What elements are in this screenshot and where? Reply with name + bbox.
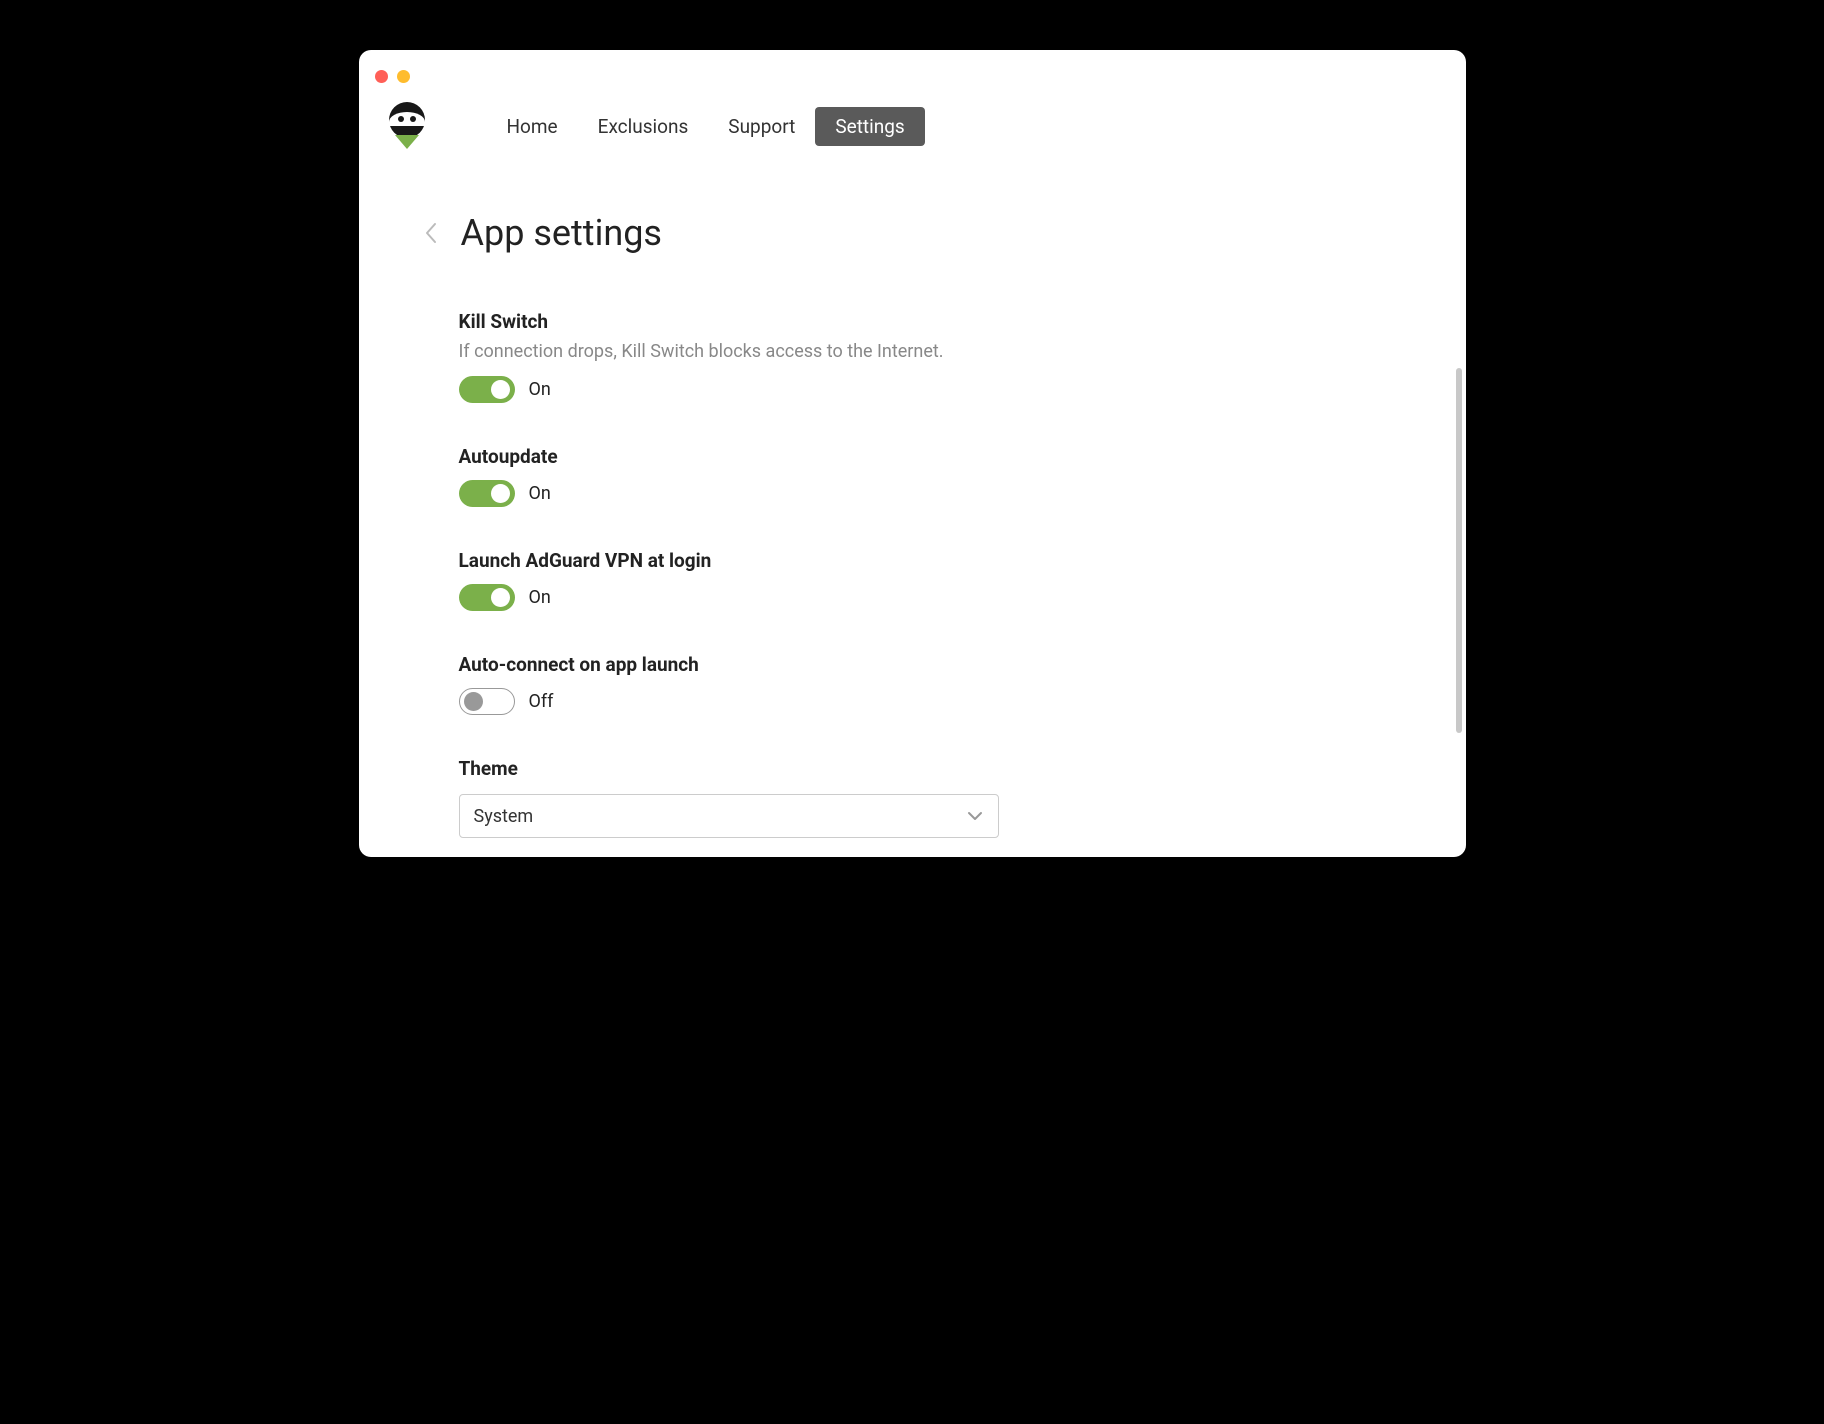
- main-nav: Home Exclusions Support Settings: [487, 107, 925, 146]
- toggle-state-label: On: [529, 483, 551, 504]
- toggle-knob: [464, 692, 483, 711]
- nav-support[interactable]: Support: [708, 107, 815, 146]
- setting-auto-connect: Auto-connect on app launch Off: [459, 653, 1376, 715]
- toggle-knob: [491, 484, 510, 503]
- back-button[interactable]: [421, 223, 441, 243]
- content-scroll[interactable]: App settings Kill Switch If connection d…: [359, 158, 1466, 857]
- setting-title: Auto-connect on app launch: [459, 653, 1376, 676]
- minimize-window-button[interactable]: [397, 70, 410, 83]
- chevron-down-icon: [966, 807, 984, 825]
- theme-select[interactable]: System: [459, 794, 999, 838]
- page-header: App settings: [415, 212, 1376, 254]
- close-window-button[interactable]: [375, 70, 388, 83]
- setting-title: Autoupdate: [459, 445, 1376, 468]
- toggle-knob: [491, 588, 510, 607]
- toggle-row: On: [459, 480, 1376, 507]
- window-controls: [375, 70, 410, 83]
- toggle-knob: [491, 380, 510, 399]
- toggle-row: On: [459, 376, 1376, 403]
- launch-at-login-toggle[interactable]: [459, 584, 515, 611]
- theme-select-value: System: [474, 806, 534, 827]
- setting-autoupdate: Autoupdate On: [459, 445, 1376, 507]
- setting-title: Kill Switch: [459, 310, 1376, 333]
- app-logo-icon: [387, 102, 427, 150]
- setting-kill-switch: Kill Switch If connection drops, Kill Sw…: [459, 310, 1376, 403]
- nav-home[interactable]: Home: [487, 107, 578, 146]
- toggle-state-label: On: [529, 379, 551, 400]
- setting-launch-at-login: Launch AdGuard VPN at login On: [459, 549, 1376, 611]
- autoupdate-toggle[interactable]: [459, 480, 515, 507]
- setting-title: Launch AdGuard VPN at login: [459, 549, 1376, 572]
- settings-list: Kill Switch If connection drops, Kill Sw…: [415, 310, 1376, 838]
- page-title: App settings: [461, 212, 663, 254]
- toggle-row: Off: [459, 688, 1376, 715]
- nav-exclusions[interactable]: Exclusions: [578, 107, 709, 146]
- header: Home Exclusions Support Settings: [359, 102, 1466, 158]
- auto-connect-toggle[interactable]: [459, 688, 515, 715]
- chevron-left-icon: [424, 222, 438, 244]
- toggle-state-label: Off: [529, 691, 554, 712]
- setting-theme: Theme System: [459, 757, 1376, 838]
- toggle-row: On: [459, 584, 1376, 611]
- nav-settings[interactable]: Settings: [815, 107, 924, 146]
- kill-switch-toggle[interactable]: [459, 376, 515, 403]
- scrollbar[interactable]: [1456, 368, 1462, 733]
- setting-description: If connection drops, Kill Switch blocks …: [459, 341, 1376, 362]
- app-window: Home Exclusions Support Settings App set…: [359, 50, 1466, 857]
- titlebar: [359, 50, 1466, 102]
- toggle-state-label: On: [529, 587, 551, 608]
- setting-title: Theme: [459, 757, 1376, 780]
- content: App settings Kill Switch If connection d…: [359, 158, 1466, 857]
